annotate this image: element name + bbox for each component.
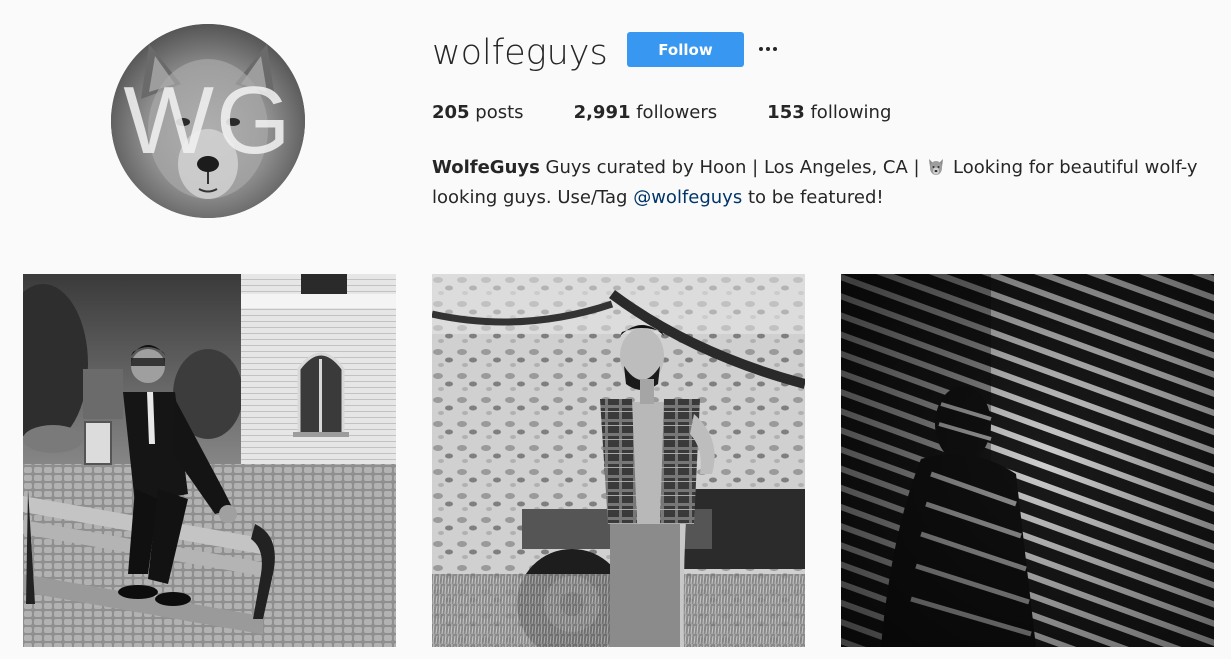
following-stat[interactable]: 153 following bbox=[767, 100, 891, 126]
profile-stats: 205 posts 2,991 followers 153 following bbox=[432, 100, 941, 126]
follow-button[interactable]: Follow bbox=[627, 32, 744, 67]
bio-mention-link[interactable]: @wolfeguys bbox=[633, 187, 742, 208]
followers-count: 2,991 bbox=[573, 102, 631, 123]
post-tile-3[interactable] bbox=[841, 274, 1214, 647]
posts-stat: 205 posts bbox=[432, 100, 524, 126]
profile-header: WG wolfeguys Follow 205 posts 2,991 foll… bbox=[0, 0, 1231, 240]
avatar-initials: WG bbox=[123, 67, 293, 174]
bio-name: WolfeGuys bbox=[432, 157, 540, 178]
post-image-man-in-striped-shadows bbox=[841, 274, 1214, 647]
posts-count: 205 bbox=[432, 102, 470, 123]
followers-label: followers bbox=[630, 102, 718, 123]
bio-text-1: Guys curated by Hoon | Los Angeles, CA | bbox=[539, 157, 926, 178]
profile-bio: WolfeGuys Guys curated by Hoon | Los Ang… bbox=[432, 153, 1212, 213]
posts-label: posts bbox=[469, 102, 524, 123]
ellipsis-dot bbox=[766, 47, 770, 51]
post-image-man-in-plaid-vest bbox=[432, 274, 805, 647]
post-tile-1[interactable] bbox=[23, 274, 396, 647]
following-count: 153 bbox=[767, 102, 805, 123]
profile-avatar[interactable]: WG bbox=[111, 24, 305, 218]
followers-stat[interactable]: 2,991 followers bbox=[574, 100, 718, 126]
profile-username: wolfeguys bbox=[432, 33, 608, 73]
post-tile-2[interactable] bbox=[432, 274, 805, 647]
post-image-man-on-bench bbox=[23, 274, 396, 647]
following-label: following bbox=[804, 102, 892, 123]
ellipsis-dot bbox=[773, 47, 777, 51]
wolf-icon bbox=[929, 159, 944, 175]
more-options-button[interactable] bbox=[757, 38, 779, 60]
bio-text-3: to be featured! bbox=[742, 187, 884, 208]
ellipsis-icon bbox=[759, 47, 763, 51]
